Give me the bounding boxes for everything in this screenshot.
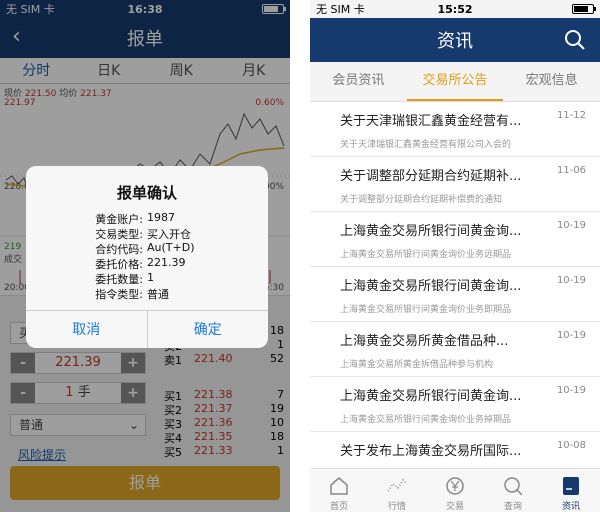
status-bar: 无 SIM 卡 15:52 bbox=[310, 0, 600, 18]
dialog-row-label: 指令类型: bbox=[95, 288, 143, 301]
list-item[interactable]: 上海黄金交易所银行间黄金询... 上海黄金交易所银行间黄金询价业务远期品 10-19 bbox=[310, 212, 600, 267]
dialog-row-label: 合约代码: bbox=[95, 243, 143, 256]
dialog-row-label: 委托价格: bbox=[95, 258, 143, 271]
news-icon bbox=[563, 477, 579, 495]
dialog-row: 委托价格: 221.39 bbox=[26, 256, 268, 271]
news-date: 10-19 bbox=[556, 385, 586, 396]
dialog-row-value: 买入开仓 bbox=[147, 228, 191, 241]
news-title: 上海黄金交易所银行间黄金询... bbox=[340, 224, 522, 239]
dialog-row: 合约代码: Au(T+D) bbox=[26, 241, 268, 256]
tab-yen[interactable]: 交易 bbox=[426, 469, 484, 512]
news-summary: 上海黄金交易所银行间黄金询价业务掉期品 bbox=[340, 415, 512, 425]
list-item[interactable]: 关于发布上海黄金交易所国际... 10-08 bbox=[310, 432, 600, 468]
dialog-row-value: 221.39 bbox=[147, 256, 186, 269]
news-summary: 上海黄金交易所银行间黄金询价业务即期品 bbox=[340, 305, 512, 315]
tab-macro-info[interactable]: 宏观信息 bbox=[503, 62, 600, 101]
dialog-row: 指令类型: 普通 bbox=[26, 286, 268, 301]
news-title: 上海黄金交易所黄金借品种... bbox=[340, 334, 509, 349]
news-screen: 无 SIM 卡 15:52 资讯 会员资讯 交易所公告 宏观信息 关于天津瑞银汇… bbox=[310, 0, 600, 512]
dialog-row: 委托数量: 1 bbox=[26, 271, 268, 286]
tab-label: 资讯 bbox=[561, 502, 580, 512]
home-icon bbox=[330, 477, 348, 495]
news-summary: 关于天津瑞银汇鑫黄金经营有限公司入会的 bbox=[340, 140, 512, 150]
dialog-row-value: 1987 bbox=[147, 211, 175, 224]
order-screen: 无 SIM 卡 16:38 ‹ 报单 分时 日K 周K 月K 现价 221.50… bbox=[0, 0, 290, 512]
confirm-dialog: 报单确认 黄金账户: 1987 交易类型: 买入开仓 合约代码: Au(T+D) 委托价格:… bbox=[26, 166, 268, 348]
news-tabs: 会员资讯 交易所公告 宏观信息 bbox=[310, 62, 600, 102]
tab-chart[interactable]: 行情 bbox=[368, 469, 426, 512]
tab-label: 查询 bbox=[503, 502, 522, 512]
news-title: 上海黄金交易所银行间黄金询... bbox=[340, 279, 522, 294]
nav-bar: 资讯 bbox=[310, 18, 600, 62]
bottom-tab-bar: 首页 行情 交易 查询 资讯 bbox=[310, 468, 600, 512]
tab-search[interactable]: 查询 bbox=[484, 469, 542, 512]
news-title: 关于发布上海黄金交易所国际... bbox=[340, 444, 522, 459]
dialog-title: 报单确认 bbox=[116, 184, 177, 202]
cancel-button[interactable]: 取消 bbox=[26, 311, 148, 348]
list-item[interactable]: 上海黄金交易所银行间黄金询... 上海黄金交易所银行间黄金询价业务掉期品 10-19 bbox=[310, 377, 600, 432]
dialog-row-value: 1 bbox=[147, 271, 154, 284]
news-date: 10-19 bbox=[556, 275, 586, 286]
news-date: 10-08 bbox=[556, 440, 586, 451]
news-title: 关于调整部分延期合约延期补... bbox=[340, 169, 522, 184]
news-summary: 关于调整部分延期合约延期补偿费的通知 bbox=[340, 195, 503, 205]
news-summary: 上海黄金交易所黄金拆借品种参与机构 bbox=[340, 360, 494, 370]
dialog-row: 交易类型: 买入开仓 bbox=[26, 226, 268, 241]
dialog-row-value: 普通 bbox=[147, 288, 169, 301]
news-summary: 上海黄金交易所银行间黄金询价业务远期品 bbox=[340, 250, 512, 260]
dialog-row-value: Au(T+D) bbox=[147, 241, 195, 254]
dialog-row-label: 交易类型: bbox=[95, 228, 143, 241]
tab-member-news[interactable]: 会员资讯 bbox=[310, 62, 407, 101]
news-date: 10-19 bbox=[556, 220, 586, 231]
clock: 15:52 bbox=[437, 2, 473, 16]
news-title: 关于天津瑞银汇鑫黄金经营有... bbox=[340, 114, 522, 129]
dialog-row: 黄金账户: 1987 bbox=[26, 211, 268, 226]
news-date: 11-12 bbox=[556, 110, 586, 121]
confirm-button[interactable]: 确定 bbox=[148, 311, 269, 348]
news-list: 关于天津瑞银汇鑫黄金经营有... 关于天津瑞银汇鑫黄金经营有限公司入会的 11-12… bbox=[310, 102, 600, 468]
news-date: 10-19 bbox=[556, 330, 586, 341]
list-item[interactable]: 关于天津瑞银汇鑫黄金经营有... 关于天津瑞银汇鑫黄金经营有限公司入会的 11-12 bbox=[310, 102, 600, 157]
tab-label: 行情 bbox=[387, 502, 406, 512]
tab-home[interactable]: 首页 bbox=[310, 469, 368, 512]
search-icon[interactable] bbox=[564, 29, 586, 51]
dialog-row-label: 委托数量: bbox=[95, 273, 143, 286]
dialog-row-label: 黄金账户: bbox=[95, 213, 143, 226]
yen-icon bbox=[446, 477, 464, 495]
list-item[interactable]: 上海黄金交易所黄金借品种... 上海黄金交易所黄金拆借品种参与机构 10-19 bbox=[310, 322, 600, 377]
tab-news[interactable]: 资讯 bbox=[542, 469, 600, 512]
tab-exchange-notices[interactable]: 交易所公告 bbox=[406, 62, 504, 101]
chart-icon bbox=[387, 478, 407, 492]
battery-icon bbox=[572, 4, 596, 14]
news-title: 上海黄金交易所银行间黄金询... bbox=[340, 389, 522, 404]
tab-label: 首页 bbox=[329, 502, 348, 512]
tab-label: 交易 bbox=[445, 502, 464, 512]
page-title: 资讯 bbox=[437, 31, 473, 52]
news-date: 11-06 bbox=[556, 165, 586, 176]
list-item[interactable]: 关于调整部分延期合约延期补... 关于调整部分延期合约延期补偿费的通知 11-06 bbox=[310, 157, 600, 212]
search-icon bbox=[504, 477, 523, 496]
dialog-details: 黄金账户: 1987 交易类型: 买入开仓 合约代码: Au(T+D) 委托价格: 221.3… bbox=[26, 211, 268, 301]
list-item[interactable]: 上海黄金交易所银行间黄金询... 上海黄金交易所银行间黄金询价业务即期品 10-19 bbox=[310, 267, 600, 322]
